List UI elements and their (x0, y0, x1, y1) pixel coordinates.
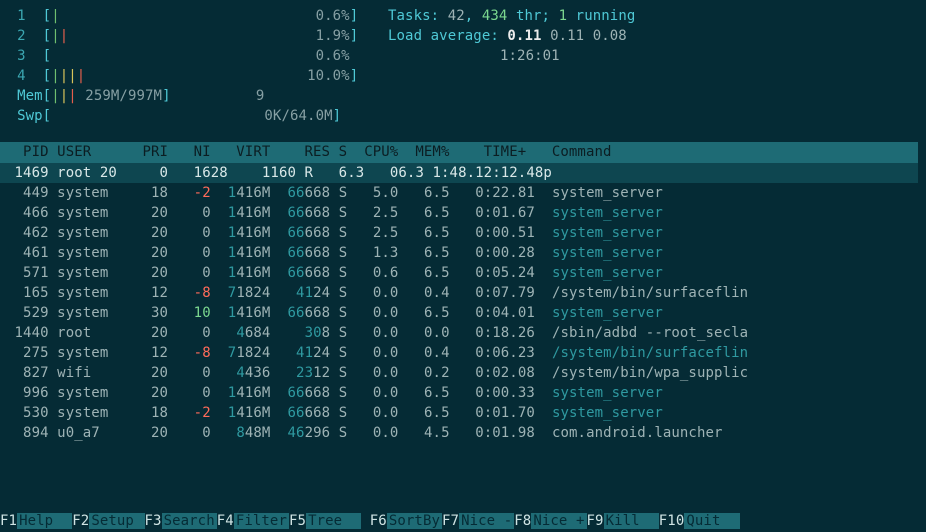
table-row[interactable]: 165 system 12 -8 71824 4124 S 0.0 0.4 0:… (0, 283, 918, 303)
table-header[interactable]: PID USER PRI NI VIRT RES S CPU% MEM% TIM… (0, 142, 918, 163)
fkey-F2[interactable]: F2 (72, 513, 89, 529)
table-row[interactable]: 449 system 18 -2 1416M 66668 S 5.0 6.5 0… (0, 183, 918, 203)
table-row[interactable]: 571 system 20 0 1416M 66668 S 0.6 6.5 0:… (0, 263, 918, 283)
table-row[interactable]: 529 system 30 10 1416M 66668 S 0.0 6.5 0… (0, 303, 918, 323)
process-table[interactable]: PID USER PRI NI VIRT RES S CPU% MEM% TIM… (0, 142, 918, 443)
table-row[interactable]: 894 u0_a7 20 0 848M 46296 S 0.0 4.5 0:01… (0, 423, 918, 443)
table-row[interactable]: 462 system 20 0 1416M 66668 S 2.5 6.5 0:… (0, 223, 918, 243)
table-row[interactable]: 530 system 18 -2 1416M 66668 S 0.0 6.5 0… (0, 403, 918, 423)
cpu-mem-panel: 1 [| 0.6%] 2 [|| 1.9%] 3 [ 0.6% 4 [|||| … (0, 6, 378, 126)
table-row[interactable]: 461 system 20 0 1416M 66668 S 1.3 6.5 0:… (0, 243, 918, 263)
fkey-F8[interactable]: F8 (514, 513, 531, 529)
fkey-F9[interactable]: F9 (587, 513, 604, 529)
fkey-F1[interactable]: F1 (0, 513, 17, 529)
fkey-F5[interactable]: F5 (289, 513, 306, 529)
table-row[interactable]: 1440 root 20 0 4684 308 S 0.0 0.0 0:18.2… (0, 323, 918, 343)
function-key-bar[interactable]: F1Help F2Setup F3SearchF4FilterF5Tree F6… (0, 511, 926, 532)
table-row[interactable]: 996 system 20 0 1416M 66668 S 0.0 6.5 0:… (0, 383, 918, 403)
fkey-F6[interactable]: F6 (370, 513, 387, 529)
fkey-F4[interactable]: F4 (217, 513, 234, 529)
table-row[interactable]: 466 system 20 0 1416M 66668 S 2.5 6.5 0:… (0, 203, 918, 223)
tasks-label: Tasks: (388, 8, 448, 24)
table-row[interactable]: 275 system 12 -8 71824 4124 S 0.0 0.4 0:… (0, 343, 918, 363)
fkey-F3[interactable]: F3 (145, 513, 162, 529)
load-label: Load average: (388, 28, 507, 44)
fkey-F7[interactable]: F7 (442, 513, 459, 529)
fkey-F10[interactable]: F10 (659, 513, 685, 529)
uptime: 1:26:01 (500, 48, 560, 64)
tasks-panel: Tasks: 42, 434 thr; 1 running Load avera… (378, 6, 918, 126)
table-row[interactable]: 827 wifi 20 0 4436 2312 S 0.0 0.2 0:02.0… (0, 363, 918, 383)
table-row-selected[interactable]: 1469 root 20 0 1628 1160 R 6.3 06.3 1:48… (0, 163, 918, 183)
